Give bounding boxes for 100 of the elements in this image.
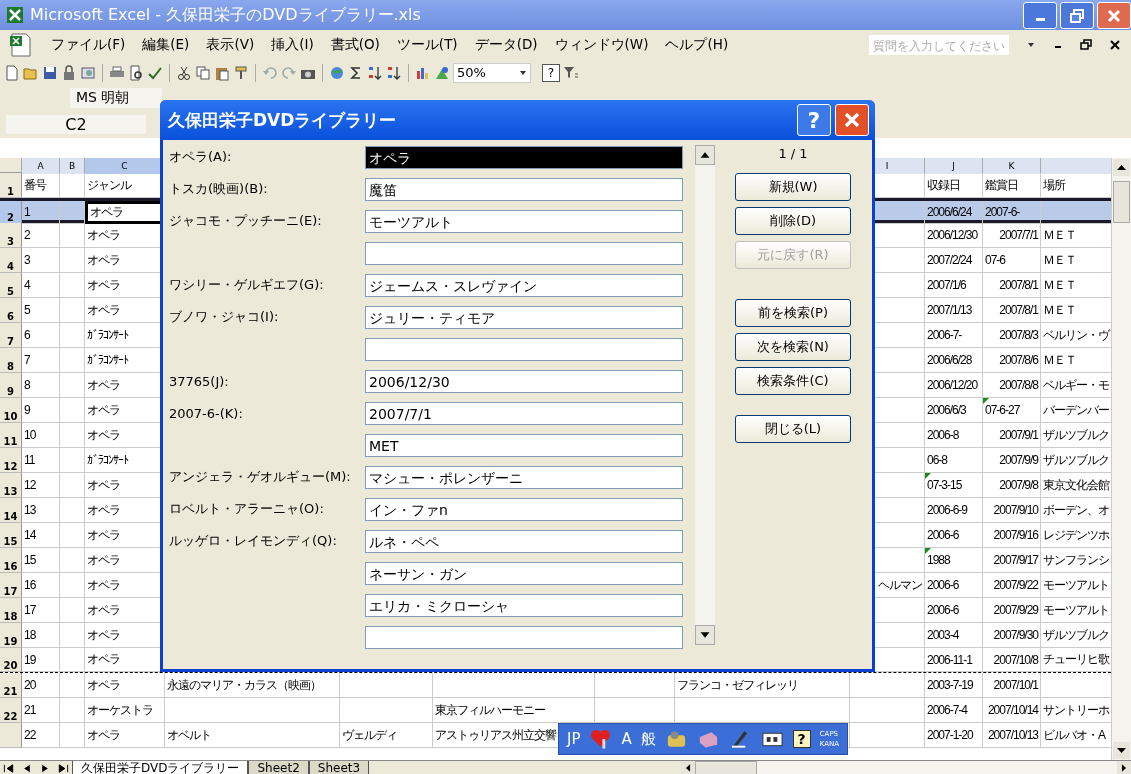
text-field[interactable]: 2007/7/1 [365, 401, 683, 425]
copy-icon[interactable] [195, 64, 211, 81]
menu-item[interactable]: 編集(E) [142, 36, 190, 54]
name-box[interactable]: C2 [6, 114, 146, 134]
menu-item[interactable]: ツール(T) [396, 36, 458, 54]
record-scrollbar[interactable] [695, 145, 715, 645]
format-painter-icon[interactable] [233, 64, 249, 81]
horizontal-scrollbar[interactable] [681, 761, 1131, 774]
menu-item[interactable]: 書式(O) [330, 36, 380, 54]
row-header[interactable]: 7 [0, 323, 22, 348]
text-field[interactable]: イン・ファn [365, 497, 683, 521]
row-header[interactable]: 3 [0, 223, 22, 248]
print-preview-icon[interactable] [128, 64, 144, 81]
row-header[interactable]: 19 [0, 623, 22, 648]
dialog-button[interactable]: 削除(D) [735, 207, 851, 235]
sheet-tab[interactable]: Sheet2 [248, 761, 309, 774]
row-header[interactable]: 5 [0, 273, 22, 298]
lock-icon[interactable] [61, 64, 77, 81]
menu-item[interactable]: ウィンドウ(W) [554, 36, 649, 54]
help-search-field[interactable]: 質問を入力してください [869, 35, 1009, 55]
dialog-button[interactable]: 新規(W) [735, 173, 851, 201]
text-field[interactable]: ジェームス・スレヴァイン [365, 273, 683, 297]
ime-help-button[interactable]: ? [792, 730, 811, 748]
zoom-dropdown[interactable]: 50% [453, 62, 531, 83]
menu-item[interactable]: 挿入(I) [271, 36, 314, 54]
save-icon[interactable] [42, 64, 58, 81]
menu-item[interactable]: ヘルプ(H) [665, 36, 729, 54]
text-field[interactable]: ジュリー・ティモア [365, 305, 683, 329]
text-field[interactable]: MET [365, 433, 683, 457]
column-header[interactable]: J [925, 158, 983, 174]
row-header[interactable]: 9 [0, 373, 22, 398]
sort-descending-icon[interactable] [386, 64, 402, 81]
scroll-thumb[interactable] [1113, 181, 1130, 223]
vertical-scrollbar[interactable] [1111, 158, 1131, 760]
scroll-up-icon[interactable] [695, 145, 715, 165]
text-field[interactable] [365, 337, 683, 361]
row-header[interactable]: 4 [0, 248, 22, 273]
text-field[interactable]: エリカ・ミクローシャ [365, 593, 683, 617]
row-header[interactable]: 8 [0, 348, 22, 373]
cut-icon[interactable] [176, 64, 192, 81]
row-header[interactable]: 18 [0, 598, 22, 623]
text-field[interactable] [365, 625, 683, 649]
help-button[interactable]: ? [542, 63, 560, 82]
drawing-icon[interactable] [434, 64, 450, 81]
text-field[interactable]: 2006/12/30 [365, 369, 683, 393]
scroll-up-icon[interactable] [1113, 159, 1130, 176]
text-field[interactable]: オペラ [365, 145, 683, 169]
menu-item[interactable]: ファイル(F) [51, 36, 126, 54]
new-document-icon[interactable] [4, 64, 20, 81]
row-header[interactable]: 12 [0, 448, 22, 473]
maximize-button[interactable] [1060, 2, 1094, 29]
dialog-button[interactable]: 前を検索(P) [735, 299, 851, 327]
ime-language[interactable]: JP [567, 730, 581, 748]
dialog-button[interactable]: 検索条件(C) [735, 367, 851, 395]
row-header[interactable]: 2 [0, 201, 22, 224]
row-header[interactable]: 16 [0, 548, 22, 573]
row-header[interactable]: 22 [0, 698, 22, 723]
sort-ascending-icon[interactable] [367, 64, 383, 81]
dialog-button[interactable]: 次を検索(N) [735, 333, 851, 361]
row-header[interactable]: 15 [0, 523, 22, 548]
close-button[interactable] [1097, 2, 1131, 29]
row-header[interactable]: 10 [0, 398, 22, 423]
row-header[interactable]: 1 [0, 173, 22, 198]
scroll-left-icon[interactable] [681, 761, 695, 774]
row-header[interactable]: 6 [0, 298, 22, 323]
sheet-tab[interactable]: 久保田栄子DVDライブラリー [72, 761, 249, 774]
dialog-close-button[interactable] [835, 104, 869, 136]
scroll-down-icon[interactable] [1113, 742, 1130, 759]
row-header[interactable]: 21 [0, 673, 22, 698]
filter-icon[interactable] [563, 64, 579, 81]
text-field[interactable]: モーツアルト [365, 209, 683, 233]
scroll-down-icon[interactable] [695, 625, 715, 645]
dialog-help-button[interactable]: ? [797, 104, 831, 136]
close-icon[interactable] [1109, 39, 1121, 51]
heart-icon[interactable] [589, 727, 613, 751]
row-header[interactable]: 11 [0, 423, 22, 448]
minimize-button[interactable] [1023, 2, 1057, 29]
text-field[interactable]: ルネ・ペペ [365, 529, 683, 553]
text-field[interactable]: ネーサン・ガン [365, 561, 683, 585]
menu-item[interactable]: 表示(V) [206, 36, 255, 54]
sheet-tab[interactable]: Sheet3 [308, 761, 370, 774]
row-header[interactable]: 20 [0, 648, 22, 672]
column-header[interactable]: A [22, 158, 60, 174]
text-field[interactable]: マシュー・ポレンザーニ [365, 465, 683, 489]
row-header[interactable]: 13 [0, 473, 22, 498]
row-header[interactable]: 17 [0, 573, 22, 598]
restore-icon[interactable] [1080, 39, 1092, 51]
column-header[interactable]: K [983, 158, 1041, 174]
text-field[interactable] [365, 241, 683, 265]
ime-input-mode[interactable]: A [621, 730, 632, 748]
table-cell[interactable]: 2007/10/13 [983, 723, 1041, 748]
column-header[interactable]: B [60, 158, 85, 174]
ime-dictionary[interactable]: 般 [640, 729, 656, 749]
font-name-field[interactable]: MS 明朝 [70, 87, 162, 108]
scroll-thumb[interactable] [695, 761, 757, 774]
row-header[interactable]: 14 [0, 498, 22, 523]
scroll-right-icon[interactable] [1117, 761, 1131, 774]
dialog-button[interactable]: 閉じる(L) [735, 415, 851, 443]
text-field[interactable]: 魔笛 [365, 177, 683, 201]
menu-item[interactable]: データ(D) [474, 36, 538, 54]
